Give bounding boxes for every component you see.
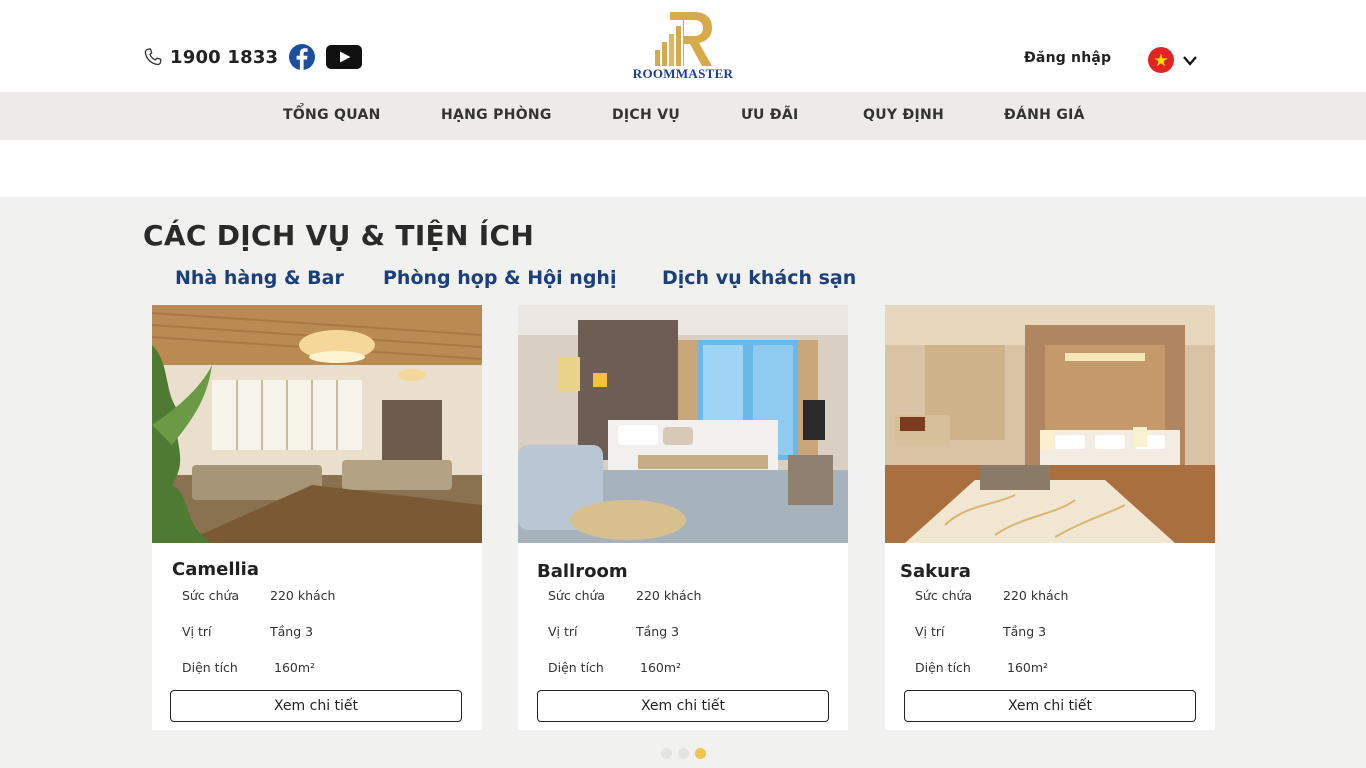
card-title: Ballroom: [537, 561, 628, 582]
card-title: Sakura: [900, 561, 971, 582]
carousel-dot-active[interactable]: [695, 748, 706, 759]
capacity-label: Sức chứa: [548, 588, 606, 603]
capacity-label: Sức chứa: [182, 588, 240, 603]
location-label: Vị trí: [915, 624, 945, 639]
main-nav: TỔNG QUAN HẠNG PHÒNG DỊCH VỤ ƯU ĐÃI QUY …: [0, 92, 1366, 140]
capacity-value: 220 khách: [270, 588, 336, 603]
chevron-down-icon[interactable]: [1182, 54, 1198, 68]
area-value: 160m²: [640, 660, 682, 675]
view-details-button[interactable]: Xem chi tiết: [537, 690, 829, 722]
nav-item-policies[interactable]: QUY ĐỊNH: [863, 107, 944, 123]
phone-icon: [144, 48, 162, 66]
top-header: 1900 1833 ROOMMASTER Đăng nhập: [0, 0, 1366, 92]
area-value: 160m²: [1007, 660, 1049, 675]
hotel-lounge-photo: [152, 305, 482, 543]
view-details-button[interactable]: Xem chi tiết: [170, 690, 462, 722]
location-value: Tầng 3: [270, 624, 314, 639]
area-label: Diện tích: [915, 660, 971, 675]
card-title: Camellia: [172, 559, 259, 580]
tab-hotel-services[interactable]: Dịch vụ khách sạn: [662, 267, 856, 289]
tab-meeting-rooms[interactable]: Phòng họp & Hội nghị: [383, 267, 616, 289]
carousel-dots: [661, 748, 706, 759]
youtube-icon[interactable]: [326, 45, 363, 69]
nav-item-services[interactable]: DỊCH VỤ: [612, 107, 680, 123]
vietnam-flag-icon[interactable]: [1148, 47, 1174, 73]
location-value: Tầng 3: [1003, 624, 1047, 639]
facebook-icon[interactable]: [288, 43, 316, 71]
location-label: Vị trí: [548, 624, 578, 639]
service-card: Camellia Sức chứa 220 khách Vị trí Tầng …: [152, 305, 482, 730]
tab-restaurant-bar[interactable]: Nhà hàng & Bar: [175, 267, 344, 289]
nav-item-overview[interactable]: TỔNG QUAN: [283, 107, 381, 123]
roommaster-logo[interactable]: ROOMMASTER: [628, 8, 738, 84]
area-label: Diện tích: [548, 660, 604, 675]
capacity-value: 220 khách: [636, 588, 702, 603]
carousel-dot[interactable]: [678, 748, 689, 759]
nav-item-reviews[interactable]: ĐÁNH GIÁ: [1004, 107, 1085, 123]
area-value: 160m²: [274, 660, 316, 675]
carousel-dot[interactable]: [661, 748, 672, 759]
location-label: Vị trí: [182, 624, 212, 639]
hotel-bedroom-photo: [518, 305, 848, 543]
logo-mark-icon: [655, 12, 712, 66]
contact-info: 1900 1833: [142, 40, 363, 74]
service-card: Ballroom Sức chứa 220 khách Vị trí Tầng …: [518, 305, 848, 730]
area-label: Diện tích: [182, 660, 238, 675]
location-value: Tầng 3: [636, 624, 680, 639]
view-details-button[interactable]: Xem chi tiết: [904, 690, 1196, 722]
hotel-suite-photo: [885, 305, 1215, 543]
logo-text: ROOMMASTER: [632, 66, 734, 81]
services-section: CÁC DỊCH VỤ & TIỆN ÍCH Nhà hàng & Bar Ph…: [0, 197, 1366, 768]
section-title: CÁC DỊCH VỤ & TIỆN ÍCH: [143, 219, 535, 252]
capacity-value: 220 khách: [1003, 588, 1069, 603]
nav-item-offers[interactable]: ƯU ĐÃI: [741, 107, 799, 123]
nav-item-room-types[interactable]: HẠNG PHÒNG: [441, 107, 552, 123]
service-card: Sakura Sức chứa 220 khách Vị trí Tầng 3 …: [885, 305, 1215, 730]
hotline-number[interactable]: 1900 1833: [170, 47, 278, 68]
capacity-label: Sức chứa: [915, 588, 973, 603]
login-link[interactable]: Đăng nhập: [1024, 50, 1111, 66]
